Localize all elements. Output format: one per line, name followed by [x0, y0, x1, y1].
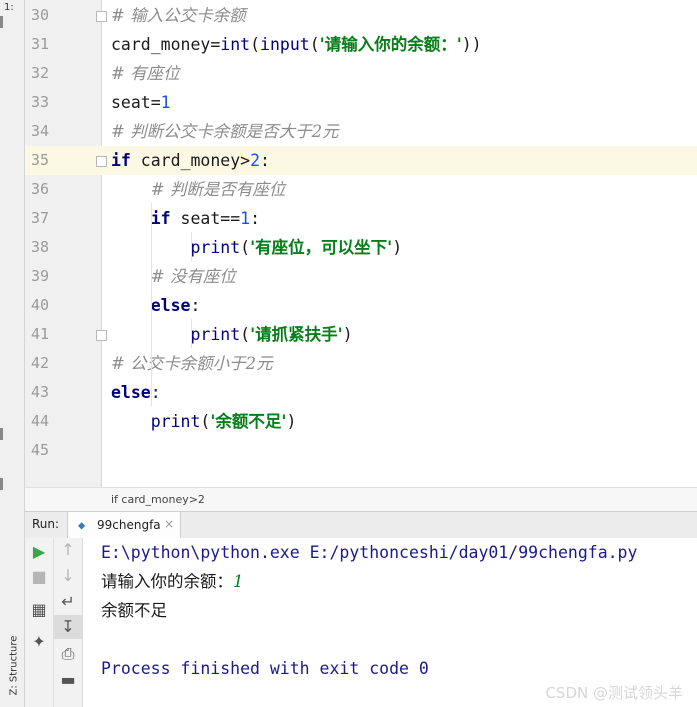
line-number: 44: [30, 412, 49, 430]
line-number: 43: [30, 383, 49, 401]
code-line[interactable]: 42 # 公交卡余额小于2元: [25, 349, 697, 378]
code-editor[interactable]: 30 # 输入公交卡余额 31 card_money=int(input('请输入你的…: [25, 0, 697, 487]
console-output-line: 余额不足: [101, 601, 167, 620]
console-prompt: 请输入你的余额：: [101, 572, 233, 591]
indent-guide: [191, 232, 192, 261]
console-exit-message: Process finished with exit code 0: [101, 659, 429, 678]
project-tool-marker: [0, 16, 3, 28]
breadcrumb-item[interactable]: if card_money>2: [111, 493, 205, 506]
code-line[interactable]: 35 if card_money>2:: [25, 146, 697, 175]
code-line[interactable]: 36 # 判断是否有座位: [25, 175, 697, 204]
code-line[interactable]: 38 print('有座位，可以坐下'): [25, 233, 697, 262]
run-toolbar-primary: ▶ ■ ▦ ✦: [25, 538, 54, 707]
console-command-line: E:\python\python.exe E:/pythonceshi/day0…: [101, 543, 638, 562]
code-line[interactable]: 33 seat=1: [25, 88, 697, 117]
code-line[interactable]: 40 else:: [25, 291, 697, 320]
tool-marker: [0, 478, 3, 490]
code-text: print('请抓紧扶手'): [190, 325, 353, 344]
code-text: print('余额不足'): [150, 412, 297, 431]
code-line[interactable]: 32 # 有座位: [25, 59, 697, 88]
code-text: else:: [111, 383, 161, 402]
fold-marker-icon[interactable]: [96, 156, 107, 167]
line-number: 37: [30, 209, 49, 227]
close-icon[interactable]: ×: [164, 517, 174, 531]
code-text: if card_money>2:: [111, 151, 270, 170]
python-icon: ◆: [78, 518, 86, 532]
run-tab-bar: Run: ◆ 99chengfa ×: [25, 511, 697, 539]
code-line[interactable]: 31 card_money=int(input('请输入你的余额：')): [25, 30, 697, 59]
fold-marker-icon[interactable]: [96, 330, 107, 341]
code-text: if seat==1:: [150, 209, 261, 228]
code-line[interactable]: 34 # 判断公交卡余额是否大于2元: [25, 117, 697, 146]
line-number: 38: [30, 238, 49, 256]
code-text: card_money=int(input('请输入你的余额：')): [111, 35, 482, 54]
rerun-play-icon[interactable]: ▶: [25, 540, 53, 564]
line-number: 35: [30, 151, 49, 169]
code-line[interactable]: 37 if seat==1:: [25, 204, 697, 233]
run-tab[interactable]: ◆ 99chengfa ×: [67, 512, 181, 538]
code-line[interactable]: 30 # 输入公交卡余额: [25, 1, 697, 30]
trash-icon[interactable]: ▬: [54, 668, 82, 692]
code-text: # 判断公交卡余额是否大于2元: [111, 122, 339, 141]
pin-icon[interactable]: ✦: [25, 630, 53, 654]
code-text: # 公交卡余额小于2元: [111, 354, 273, 373]
line-number: 31: [30, 35, 49, 53]
up-arrow-icon[interactable]: ↑: [54, 538, 82, 562]
line-number: 30: [30, 6, 49, 24]
down-arrow-icon[interactable]: ↓: [54, 564, 82, 588]
code-line[interactable]: 43 else:: [25, 378, 697, 407]
line-number: 40: [30, 296, 49, 314]
indent-guide: [151, 203, 152, 406]
code-text: # 有座位: [111, 64, 180, 83]
run-tab-name: 99chengfa: [97, 518, 161, 532]
print-icon[interactable]: ⎙: [54, 642, 82, 666]
code-line[interactable]: 41 print('请抓紧扶手'): [25, 320, 697, 349]
code-line[interactable]: 45: [25, 436, 697, 465]
code-text: # 没有座位: [150, 267, 236, 286]
line-number: 32: [30, 64, 49, 82]
stop-icon[interactable]: ■: [25, 565, 53, 589]
line-number: 33: [30, 93, 49, 111]
console-input-line: 请输入你的余额：1: [101, 567, 244, 596]
scroll-to-end-icon[interactable]: ↧: [54, 615, 82, 639]
line-number: 39: [30, 267, 49, 285]
code-text: # 判断是否有座位: [150, 180, 286, 199]
run-label: Run:: [32, 517, 60, 531]
project-tool-label[interactable]: 1:: [4, 2, 14, 13]
fold-marker-icon[interactable]: [96, 11, 107, 22]
console-input-value: 1: [233, 572, 244, 591]
line-number: 42: [30, 354, 49, 372]
line-number: 36: [30, 180, 49, 198]
tool-marker: [0, 428, 3, 440]
run-toolbar-secondary: ↑ ↓ ↵ ↧ ⎙ ▬: [54, 538, 83, 707]
code-text: else:: [150, 296, 201, 315]
line-number: 45: [30, 441, 49, 459]
line-number: 41: [30, 325, 49, 343]
code-text: seat=1: [111, 93, 171, 112]
code-line[interactable]: 39 # 没有座位: [25, 262, 697, 291]
layout-icon[interactable]: ▦: [25, 598, 53, 622]
soft-wrap-icon[interactable]: ↵: [54, 590, 82, 614]
breadcrumb[interactable]: if card_money>2: [25, 487, 697, 512]
structure-tool-label[interactable]: Z: Structure: [9, 616, 20, 696]
watermark: CSDN @测试领头羊: [545, 684, 683, 702]
code-text: # 输入公交卡余额: [111, 6, 246, 25]
line-number: 34: [30, 122, 49, 140]
indent-guide: [191, 319, 192, 348]
code-text: print('有座位，可以坐下'): [190, 238, 403, 257]
code-line[interactable]: 44 print('余额不足'): [25, 407, 697, 436]
left-tool-strip: 1: Z: Structure: [0, 0, 25, 707]
